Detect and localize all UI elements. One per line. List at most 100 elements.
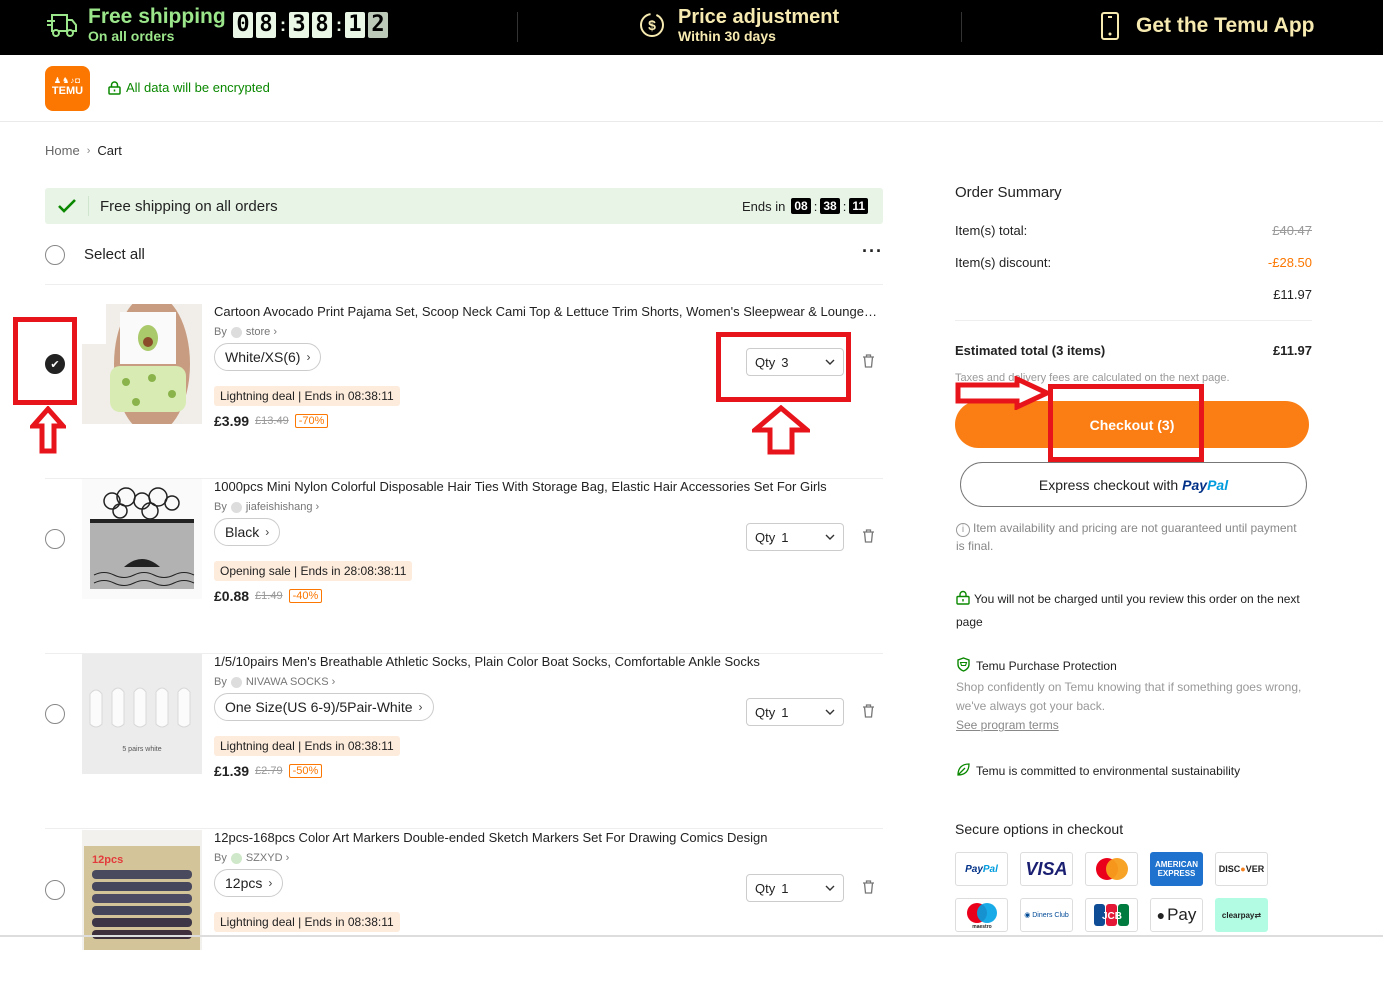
store-link[interactable]: By jiafeishishang › [214,501,883,513]
free-shipping-subtitle: On all orders [88,28,175,44]
variant-selector[interactable]: 12pcs › [214,869,284,897]
thumb-caption: 5 pairs white [122,746,161,753]
chevron-right-icon: › [418,700,423,714]
annotation-arrow-up-icon [30,406,66,454]
ends-in-label: Ends in [741,198,786,214]
item-checkbox[interactable] [45,704,65,724]
countdown-colon: : [280,14,286,35]
store-name: store [245,326,271,338]
protection-text: Shop confidently on Temu knowing that if… [956,680,1302,713]
variant-label: One Size(US 6-9)/5Pair-White [225,699,413,715]
item-title[interactable]: Cartoon Avocado Print Pajama Set, Scoop … [214,304,884,320]
store-name: jiafeishishang [245,501,313,513]
annotation-arrow-up-icon [752,405,810,455]
store-link[interactable]: By SZXYD › [214,852,883,864]
purchase-protection: Temu Purchase Protection Shop confidentl… [956,655,1316,735]
qty-value: 1 [781,529,789,545]
trash-icon[interactable] [862,704,875,718]
hours-box: 08 [791,198,811,214]
store-link[interactable]: By NIVAWA SOCKS › [214,676,883,688]
express-label: Express checkout with [1038,476,1179,493]
annotation-box-checkbox [13,317,77,405]
minutes-box: 38 [820,198,840,214]
sustainability-text: Temu is committed to environmental susta… [976,764,1241,778]
item-title[interactable]: 1/5/10pairs Men's Breathable Athletic So… [214,654,884,670]
variant-selector[interactable]: One Size(US 6-9)/5Pair-White › [214,693,434,721]
store-logo-icon [230,501,242,513]
divider [517,12,518,42]
quantity-select[interactable]: Qty 1 [746,698,844,726]
product-image[interactable] [82,479,202,599]
countdown-timer: 0 8 : 3 8 : 1 2 [233,12,391,38]
not-charged-text: You will not be charged until you review… [956,592,1300,629]
item-checkbox[interactable] [45,529,65,549]
price-adjustment-promo[interactable]: $ Price adjustment Within 30 days [638,6,839,44]
diners-club-icon: ◉ Diners Club [1020,898,1073,932]
more-options-icon[interactable]: ··· [862,242,883,260]
price-row: £0.88 £1.49 -40% [214,588,883,604]
paypal-card-icon: Pay Pal [955,852,1008,886]
current-price: £1.39 [214,763,250,779]
items-total-label: Item(s) total: [955,223,1028,238]
store-name: SZXYD [245,852,283,864]
product-image[interactable] [82,304,202,424]
price-adjustment-title: Price adjustment [678,6,840,28]
chevron-right-icon: › [282,852,290,864]
mastercard-icon [1085,852,1138,886]
subtotal-row: £11.97 [955,287,1312,302]
select-all-checkbox[interactable] [45,245,65,265]
get-app-label: Get the Temu App [1136,14,1315,37]
product-image[interactable]: 5 pairs white [82,654,202,774]
select-all-label[interactable]: Select all [84,245,145,265]
annotation-box-checkout [1048,384,1204,462]
banner-text: Free shipping on all orders [100,197,278,215]
trash-icon[interactable] [862,880,875,894]
quantity-select[interactable]: Qty 1 [746,523,844,551]
lock-icon [108,80,121,95]
product-image[interactable]: 12pcs [82,830,202,950]
current-price: £3.99 [214,413,250,429]
secure-options-title: Secure options in checkout [955,821,1124,837]
variant-label: Black [225,524,260,540]
chevron-right-icon: › [312,501,320,513]
free-shipping-promo[interactable]: Free shipping On all orders [46,6,226,44]
temu-logo[interactable]: ♟♞♪◘ TEMU [45,66,90,111]
chevron-right-icon: › [265,525,270,539]
clearpay-icon: clearpay⇄ [1215,898,1268,932]
seconds-box: 11 [849,198,868,214]
item-title[interactable]: 1000pcs Mini Nylon Colorful Disposable H… [214,479,884,495]
select-all-row: Select all ··· [45,242,883,285]
free-shipping-title: Free shipping [88,5,226,28]
original-price: £1.49 [255,590,283,602]
item-checkbox[interactable] [45,880,65,900]
quantity-select[interactable]: Qty 1 [746,874,844,902]
program-terms-link[interactable]: See program terms [956,718,1059,732]
visa-card-icon: VISA [1020,852,1073,886]
countdown-digit: 0 [233,12,253,38]
estimated-total-value: £11.97 [1272,343,1312,358]
price-adjustment-subtitle: Within 30 days [678,28,776,44]
variant-selector[interactable]: Black › [214,518,281,546]
deal-badge: Lightning deal | Ends in 08:38:11 [214,736,400,756]
chevron-down-icon [825,709,835,715]
item-title[interactable]: 12pcs-168pcs Color Art Markers Double-en… [214,830,884,846]
deal-badge: Lightning deal | Ends in 08:38:11 [214,912,400,932]
dollar-refresh-icon: $ [640,13,664,37]
breadcrumb-home[interactable]: Home [45,143,80,158]
countdown-digit: 8 [312,12,332,38]
qty-label: Qty [755,880,776,896]
trash-icon[interactable] [862,354,875,368]
lock-icon [956,590,970,605]
site-header: ♟♞♪◘ TEMU All data will be encrypted [0,55,1383,122]
paypal-express-button[interactable]: Express checkout with Pay Pal [960,462,1307,507]
by-label: By [214,852,227,864]
get-app-link[interactable]: Get the Temu App [1100,12,1315,40]
variant-label: White/XS(6) [225,349,301,365]
trash-icon[interactable] [862,529,875,543]
encryption-text: All data will be encrypted [126,80,270,95]
variant-selector[interactable]: White/XS(6) › [214,343,322,371]
sustainability-notice: Temu is committed to environmental susta… [956,760,1316,783]
chevron-right-icon: › [306,350,311,364]
cart-item: 5 pairs white 1/5/10pairs Men's Breathab… [45,654,883,829]
chevron-right-icon: › [268,876,273,890]
